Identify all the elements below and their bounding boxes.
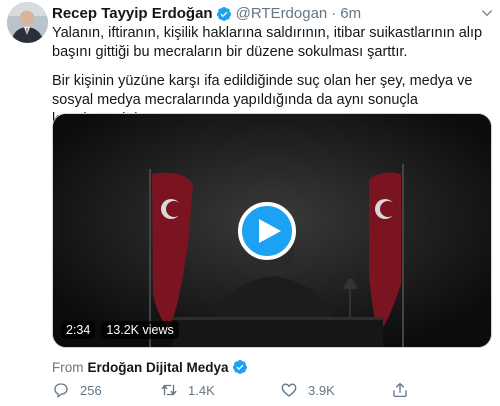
avatar[interactable]	[7, 2, 48, 43]
retweet-icon	[161, 384, 177, 396]
retweet-count: 1.4K	[188, 382, 215, 398]
share-icon	[393, 382, 407, 398]
source-from-label: From	[52, 359, 84, 375]
video-player[interactable]: 2:34 13.2K views	[52, 113, 492, 348]
video-info: 2:34 13.2K views	[61, 321, 179, 339]
reply-count: 256	[80, 382, 102, 398]
like-button[interactable]: 3.9K	[280, 381, 335, 399]
author-name[interactable]: Recep Tayyip Erdoğan	[52, 5, 213, 23]
tweet-header: Recep Tayyip Erdoğan @RTErdogan · 6m	[52, 5, 361, 23]
tweet: Recep Tayyip Erdoğan @RTErdogan · 6m Yal…	[0, 0, 500, 406]
reply-icon	[54, 383, 68, 398]
share-button[interactable]	[391, 381, 419, 399]
verified-badge-icon	[216, 7, 231, 21]
author-handle[interactable]: @RTErdogan	[236, 5, 328, 23]
play-icon	[258, 219, 281, 243]
separator-dot: ·	[331, 5, 337, 22]
verified-badge-icon	[232, 360, 247, 374]
video-source: From Erdoğan Dijital Medya	[52, 358, 248, 376]
heart-icon	[281, 383, 297, 397]
reply-button[interactable]: 256	[52, 381, 102, 399]
tweet-timestamp[interactable]: 6m	[340, 5, 361, 23]
video-duration: 2:34	[61, 321, 96, 339]
source-name[interactable]: Erdoğan Dijital Medya	[88, 360, 229, 375]
play-button[interactable]	[238, 202, 296, 260]
like-count: 3.9K	[308, 382, 335, 398]
video-views: 13.2K views	[101, 321, 179, 339]
chevron-down-icon[interactable]	[480, 6, 494, 20]
tweet-text-paragraph-1: Yalanın, iftiranın, kişilik haklarına sa…	[52, 25, 483, 60]
retweet-button[interactable]: 1.4K	[160, 381, 215, 399]
tweet-actions: 256 1.4K 3.9K	[52, 381, 492, 401]
